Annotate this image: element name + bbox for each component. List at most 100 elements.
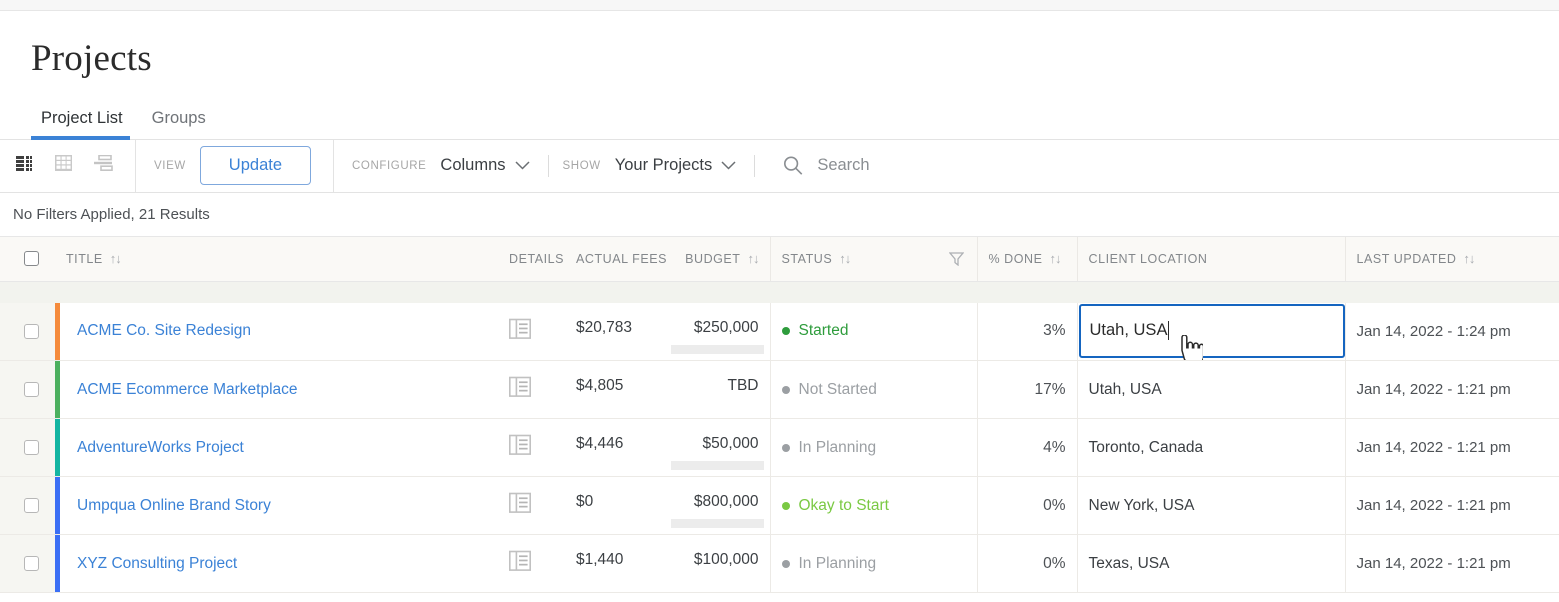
last-updated-value: Jan 14, 2022 - 1:24 pm xyxy=(1357,323,1511,340)
th-last-updated-label: LAST UPDATED xyxy=(1357,252,1457,266)
cell-title: AdventureWorks Project xyxy=(55,419,498,477)
pct-done-value: 3% xyxy=(1043,322,1065,339)
pct-done-value: 0% xyxy=(1043,497,1065,514)
table-row[interactable]: Umpqua Online Brand Story $0 $800,000 xyxy=(0,477,1559,535)
update-button[interactable]: Update xyxy=(200,146,311,185)
cell-title: ACME Co. Site Redesign xyxy=(55,303,498,361)
th-select-all xyxy=(0,237,55,282)
th-budget[interactable]: BUDGET ↑↓ xyxy=(665,237,770,282)
document-details-icon[interactable] xyxy=(509,550,531,577)
cell-status: In Planning xyxy=(770,419,977,477)
grid-icon[interactable] xyxy=(55,155,72,176)
document-details-icon[interactable] xyxy=(509,492,531,519)
row-accent-bar xyxy=(55,419,60,477)
cell-client-location[interactable]: Utah, USA xyxy=(1077,303,1345,361)
cell-budget: $50,000 xyxy=(665,419,770,477)
actual-fees-value: $1,440 xyxy=(576,551,623,568)
tab-project-list[interactable]: Project List xyxy=(31,109,142,139)
status-dot xyxy=(782,444,790,452)
th-details: DETAILS xyxy=(498,237,565,282)
cell-title: XYZ Consulting Project xyxy=(55,535,498,593)
table-row[interactable]: ACME Ecommerce Marketplace $4,805 TBD xyxy=(0,361,1559,419)
filter-status-text: No Filters Applied, 21 Results xyxy=(0,193,1559,237)
cell-pct-done: 4% xyxy=(977,419,1077,477)
document-details-icon[interactable] xyxy=(509,318,531,345)
cell-client-location[interactable]: Texas, USA xyxy=(1077,535,1345,593)
status-dot xyxy=(782,386,790,394)
actual-fees-value: $4,805 xyxy=(576,377,623,394)
th-title[interactable]: TITLE ↑↓ xyxy=(55,237,498,282)
text-caret xyxy=(1168,321,1169,340)
th-status[interactable]: STATUS ↑↓ xyxy=(770,237,977,282)
status-label: Not Started xyxy=(799,381,877,399)
toolbar-divider-4 xyxy=(754,155,755,177)
cell-row-select xyxy=(0,303,55,361)
budget-progress-bar xyxy=(671,519,764,528)
cell-client-location[interactable]: New York, USA xyxy=(1077,477,1345,535)
cell-actual-fees: $1,440 xyxy=(565,535,665,593)
sort-toggle-last-updated[interactable]: ↑↓ xyxy=(1463,251,1474,266)
sort-lines-icon[interactable] xyxy=(94,155,113,176)
row-checkbox[interactable] xyxy=(24,440,39,455)
client-location-value: Utah, USA xyxy=(1089,381,1162,398)
row-checkbox[interactable] xyxy=(24,556,39,571)
table-row[interactable]: ACME Co. Site Redesign $20,783 $250,000 xyxy=(0,303,1559,361)
client-location-value: Texas, USA xyxy=(1089,555,1170,572)
show-label: SHOW xyxy=(563,160,615,172)
chevron-down-icon xyxy=(721,161,736,170)
cell-status: Started xyxy=(770,303,977,361)
sort-toggle-pct-done[interactable]: ↑↓ xyxy=(1050,251,1061,266)
tab-project-list-label: Project List xyxy=(41,109,123,127)
cell-client-location[interactable]: Utah, USA xyxy=(1077,361,1345,419)
last-updated-value: Jan 14, 2022 - 1:21 pm xyxy=(1357,439,1511,456)
status-label: In Planning xyxy=(799,555,877,573)
cell-details xyxy=(498,477,565,535)
th-status-label: STATUS xyxy=(782,252,833,266)
project-title-link[interactable]: ACME Ecommerce Marketplace xyxy=(77,381,298,398)
th-last-updated[interactable]: LAST UPDATED ↑↓ xyxy=(1345,237,1559,282)
sort-toggle-budget[interactable]: ↑↓ xyxy=(748,251,759,266)
project-title-link[interactable]: XYZ Consulting Project xyxy=(77,555,237,572)
project-title-link[interactable]: Umpqua Online Brand Story xyxy=(77,497,271,514)
table-row[interactable]: XYZ Consulting Project $1,440 $100,000 xyxy=(0,535,1559,593)
search-icon[interactable] xyxy=(783,155,803,176)
row-checkbox[interactable] xyxy=(24,382,39,397)
row-checkbox[interactable] xyxy=(24,324,39,339)
cell-pct-done: 3% xyxy=(977,303,1077,361)
client-location-edit-field[interactable]: Utah, USA xyxy=(1079,304,1345,358)
table-row[interactable]: AdventureWorks Project $4,446 $50,000 xyxy=(0,419,1559,477)
search-input[interactable] xyxy=(817,152,1559,179)
tab-groups[interactable]: Groups xyxy=(142,109,225,139)
pct-done-value: 0% xyxy=(1043,555,1065,572)
cell-client-location[interactable]: Toronto, Canada xyxy=(1077,419,1345,477)
columns-dropdown[interactable]: Columns xyxy=(440,156,533,175)
th-pct-done-label: % DONE xyxy=(989,252,1043,266)
cell-status: In Planning xyxy=(770,535,977,593)
table-spacer-cell xyxy=(0,282,1559,303)
document-details-icon[interactable] xyxy=(509,434,531,461)
budget-value: $800,000 xyxy=(676,493,759,511)
th-pct-done[interactable]: % DONE ↑↓ xyxy=(977,237,1077,282)
status-dot xyxy=(782,560,790,568)
columns-dropdown-label: Columns xyxy=(440,156,505,175)
show-filter-dropdown[interactable]: Your Projects xyxy=(615,156,741,175)
funnel-icon[interactable] xyxy=(949,252,964,266)
list-dense-icon[interactable] xyxy=(16,156,33,176)
budget-value: $250,000 xyxy=(676,319,759,337)
table-body: ACME Co. Site Redesign $20,783 $250,000 xyxy=(0,282,1559,593)
cell-details xyxy=(498,535,565,593)
sort-toggle-title[interactable]: ↑↓ xyxy=(110,251,121,266)
project-title-link[interactable]: AdventureWorks Project xyxy=(77,439,244,456)
row-checkbox[interactable] xyxy=(24,498,39,513)
cell-title: Umpqua Online Brand Story xyxy=(55,477,498,535)
sort-toggle-status[interactable]: ↑↓ xyxy=(839,251,850,266)
configure-group: CONFIGURE Columns xyxy=(334,139,534,192)
row-accent-bar xyxy=(55,303,60,361)
actual-fees-value: $0 xyxy=(576,493,593,510)
last-updated-value: Jan 14, 2022 - 1:21 pm xyxy=(1357,555,1511,572)
document-details-icon[interactable] xyxy=(509,376,531,403)
select-all-checkbox[interactable] xyxy=(24,251,39,266)
cell-actual-fees: $4,446 xyxy=(565,419,665,477)
project-title-link[interactable]: ACME Co. Site Redesign xyxy=(77,322,251,339)
client-location-value: Toronto, Canada xyxy=(1089,439,1204,456)
